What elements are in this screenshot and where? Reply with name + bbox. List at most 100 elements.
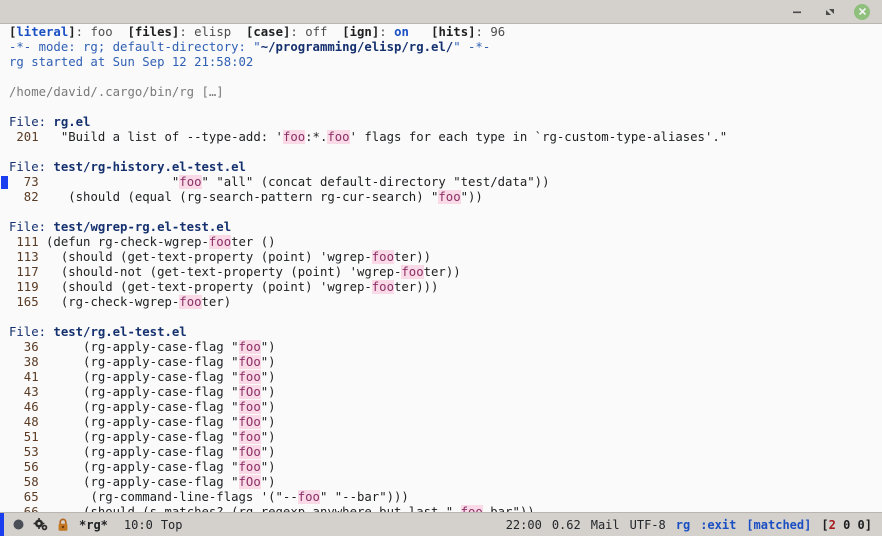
mode-line: *rg* 10:0 Top 22:00 0.62 Mail UTF-8 rg :… — [0, 512, 882, 536]
line-text: ") — [260, 400, 276, 414]
line-text: (rg-apply-case-flag " — [38, 340, 239, 354]
line-number: 53 — [9, 445, 39, 459]
mode-directive-suffix: " -*- — [453, 40, 491, 54]
result-line: 53 (rg-apply-case-flag "fOo") — [0, 445, 882, 460]
header-hits-key: hits — [438, 25, 469, 39]
rg-started-text: rg started at Sun Sep 12 21:58:02 — [9, 55, 254, 69]
line-number: 48 — [9, 415, 39, 429]
match-highlight: foo — [282, 130, 306, 144]
line-number: 58 — [9, 475, 39, 489]
line-text: (should (equal (rg-search-pattern rg-cur… — [38, 190, 439, 204]
mode-directive-prefix: -*- mode: rg; default-directory: " — [9, 40, 261, 54]
line-text: bar")) — [482, 505, 535, 512]
result-line: 113 (should (get-text-property (point) '… — [0, 250, 882, 265]
line-text: ter))) — [394, 280, 439, 294]
line-text: ") — [260, 475, 276, 489]
mail-indicator: Mail — [590, 517, 620, 532]
match-highlight: foo — [238, 430, 261, 444]
cursor — [1, 176, 8, 189]
header-literal-key: literal — [16, 25, 69, 39]
line-number: 113 — [9, 250, 39, 264]
file-name: test/wgrep-rg.el-test.el — [53, 220, 232, 234]
match-highlight: foo — [238, 370, 261, 384]
clock: 22:00 — [505, 517, 542, 532]
line-number: 165 — [9, 295, 39, 309]
line-text: ter) — [201, 295, 232, 309]
result-line: 82 (should (equal (rg-search-pattern rg-… — [0, 190, 882, 205]
match-highlight: foo — [238, 460, 261, 474]
match-highlight: foo — [371, 250, 394, 264]
header-files-value: : elisp — [179, 25, 246, 39]
rg-started-line: rg started at Sun Sep 12 21:58:02 — [0, 55, 882, 70]
line-text: (rg-apply-case-flag " — [38, 355, 239, 369]
line-number: 117 — [9, 265, 39, 279]
lock-icon[interactable] — [57, 518, 69, 532]
match-highlight: foo — [179, 175, 202, 189]
line-text: ' flags for each type in `rg-custom-type… — [349, 130, 728, 144]
line-text: (rg-check-wgrep- — [38, 295, 180, 309]
result-line: 119 (should (get-text-property (point) '… — [0, 280, 882, 295]
count-info: 0 — [857, 517, 865, 532]
file-heading: File: test/wgrep-rg.el-test.el — [0, 220, 882, 235]
match-highlight: foo — [460, 505, 483, 512]
line-text: :*. — [305, 130, 328, 144]
line-text: (rg-command-line-flags '("-- — [38, 490, 298, 504]
mode-directive-line: -*- mode: rg; default-directory: "~/prog… — [0, 40, 882, 55]
line-text: ") — [260, 340, 276, 354]
line-number: 38 — [9, 355, 39, 369]
file-heading: File: test/rg.el-test.el — [0, 325, 882, 340]
line-text: (rg-apply-case-flag " — [38, 460, 239, 474]
match-highlight: foo — [438, 190, 461, 204]
line-text: (should-not (get-text-property (point) '… — [38, 265, 402, 279]
rg-results-buffer[interactable]: [literal]: foo [files]: elisp [case]: of… — [0, 24, 882, 512]
match-highlight: fOo — [238, 475, 261, 489]
line-text: "Build a list of --type-add: ' — [38, 130, 283, 144]
result-line: 48 (rg-apply-case-flag "fOo") — [0, 415, 882, 430]
cursor-position: 10:0 — [123, 517, 153, 532]
mode-line-left: *rg* 10:0 Top — [4, 517, 183, 532]
line-number: 36 — [9, 340, 39, 354]
result-line: 41 (rg-apply-case-flag "foo") — [0, 370, 882, 385]
line-number: 56 — [9, 460, 39, 474]
line-text: (rg-apply-case-flag " — [38, 475, 239, 489]
file-name: rg.el — [53, 115, 91, 129]
scroll-position: Top — [160, 517, 183, 532]
coding-system: UTF-8 — [629, 517, 666, 532]
line-number: 41 — [9, 370, 39, 384]
line-text: ") — [260, 355, 276, 369]
match-highlight: fOo — [238, 355, 261, 369]
result-line: 117 (should-not (get-text-property (poin… — [0, 265, 882, 280]
file-name: test/rg-history.el-test.el — [53, 160, 246, 174]
minimize-icon[interactable] — [788, 3, 805, 20]
load-average: 0.62 — [551, 517, 581, 532]
header-case-value: : off — [290, 25, 343, 39]
window-titlebar — [0, 0, 882, 24]
match-highlight: foo — [401, 265, 424, 279]
header-hits-value: : 96 — [475, 25, 506, 39]
close-icon[interactable] — [854, 3, 870, 20]
result-line: 51 (rg-apply-case-flag "foo") — [0, 430, 882, 445]
line-text: ter)) — [423, 265, 461, 279]
file-name: test/rg.el-test.el — [53, 325, 187, 339]
line-number: 66 — [9, 505, 39, 512]
maximize-icon[interactable] — [821, 3, 838, 20]
result-line: 43 (rg-apply-case-flag "fOo") — [0, 385, 882, 400]
file-label: File: — [9, 160, 54, 174]
line-text: " "all" (concat default-directory "test/… — [201, 175, 550, 189]
line-number: 65 — [9, 490, 39, 504]
file-label: File: — [9, 325, 54, 339]
file-heading: File: test/rg-history.el-test.el — [0, 160, 882, 175]
line-number: 201 — [9, 130, 39, 144]
result-line: 36 (rg-apply-case-flag "foo") — [0, 340, 882, 355]
gears-icon[interactable] — [33, 517, 49, 532]
header-files-key: files — [134, 25, 172, 39]
line-text: (rg-apply-case-flag " — [38, 430, 239, 444]
header-ign-key: ign — [349, 25, 372, 39]
line-text: (should (s-matches? (rg-regexp-anywhere-… — [38, 505, 461, 512]
rg-header-line: [literal]: foo [files]: elisp [case]: of… — [9, 25, 506, 39]
line-text: " "--bar"))) — [319, 490, 409, 504]
line-text: (rg-apply-case-flag " — [38, 445, 239, 459]
line-number: 43 — [9, 385, 39, 399]
